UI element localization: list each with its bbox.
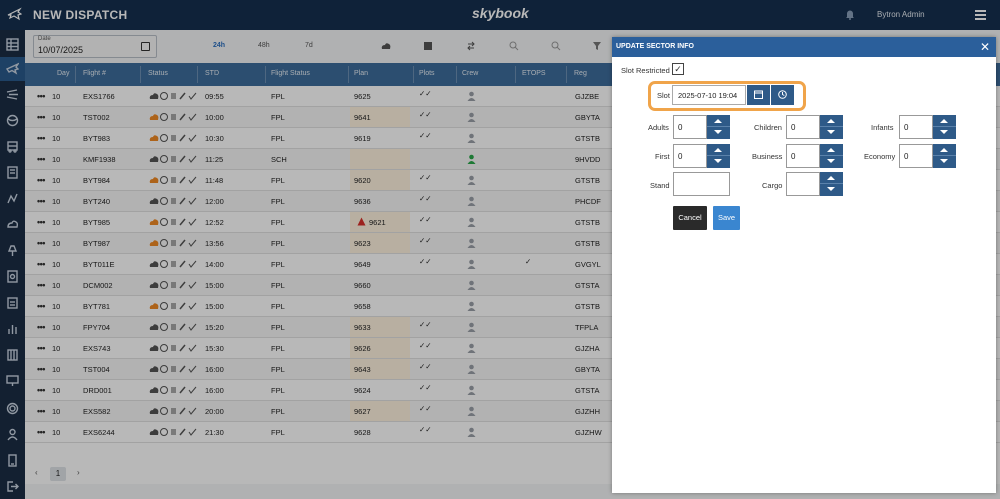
- economy-stepper[interactable]: [933, 144, 956, 168]
- adults-stepper[interactable]: [707, 115, 730, 139]
- cargo-stepper[interactable]: [820, 172, 843, 196]
- panel-title: UPDATE SECTOR INFO: [616, 43, 694, 50]
- calendar-button[interactable]: [747, 85, 770, 105]
- first-stepper[interactable]: [707, 144, 730, 168]
- slot-value: 2025-07-10 19:04: [678, 91, 738, 100]
- cargo-input[interactable]: [786, 172, 820, 196]
- children-input[interactable]: 0: [786, 115, 820, 139]
- business-stepper[interactable]: [820, 144, 843, 168]
- infants-stepper[interactable]: [933, 115, 956, 139]
- cancel-button[interactable]: Cancel: [673, 206, 707, 230]
- children-label: Children: [754, 123, 782, 132]
- first-input[interactable]: 0: [673, 144, 707, 168]
- slot-label: Slot: [657, 91, 670, 100]
- slot-restricted-checkbox[interactable]: ✓: [672, 63, 684, 75]
- calendar-icon: [754, 90, 763, 99]
- slot-input[interactable]: 2025-07-10 19:04: [672, 85, 746, 105]
- business-input[interactable]: 0: [786, 144, 820, 168]
- economy-label: Economy: [864, 152, 896, 161]
- update-sector-panel: UPDATE SECTOR INFO ✕ Slot Restricted ✓ S…: [612, 37, 996, 493]
- close-icon[interactable]: ✕: [980, 40, 990, 54]
- stand-label: Stand: [650, 181, 670, 190]
- clock-button[interactable]: [771, 85, 794, 105]
- adults-label: Adults: [648, 123, 669, 132]
- panel-header: UPDATE SECTOR INFO ✕: [612, 37, 996, 57]
- economy-input[interactable]: 0: [899, 144, 933, 168]
- adults-input[interactable]: 0: [673, 115, 707, 139]
- save-button[interactable]: Save: [713, 206, 740, 230]
- business-label: Business: [752, 152, 783, 161]
- infants-input[interactable]: 0: [899, 115, 933, 139]
- cargo-label: Cargo: [762, 181, 783, 190]
- stand-input[interactable]: [673, 172, 730, 196]
- clock-icon: [778, 90, 787, 99]
- slot-restricted-label: Slot Restricted: [621, 66, 670, 75]
- first-label: First: [655, 152, 670, 161]
- infants-label: Infants: [871, 123, 894, 132]
- children-stepper[interactable]: [820, 115, 843, 139]
